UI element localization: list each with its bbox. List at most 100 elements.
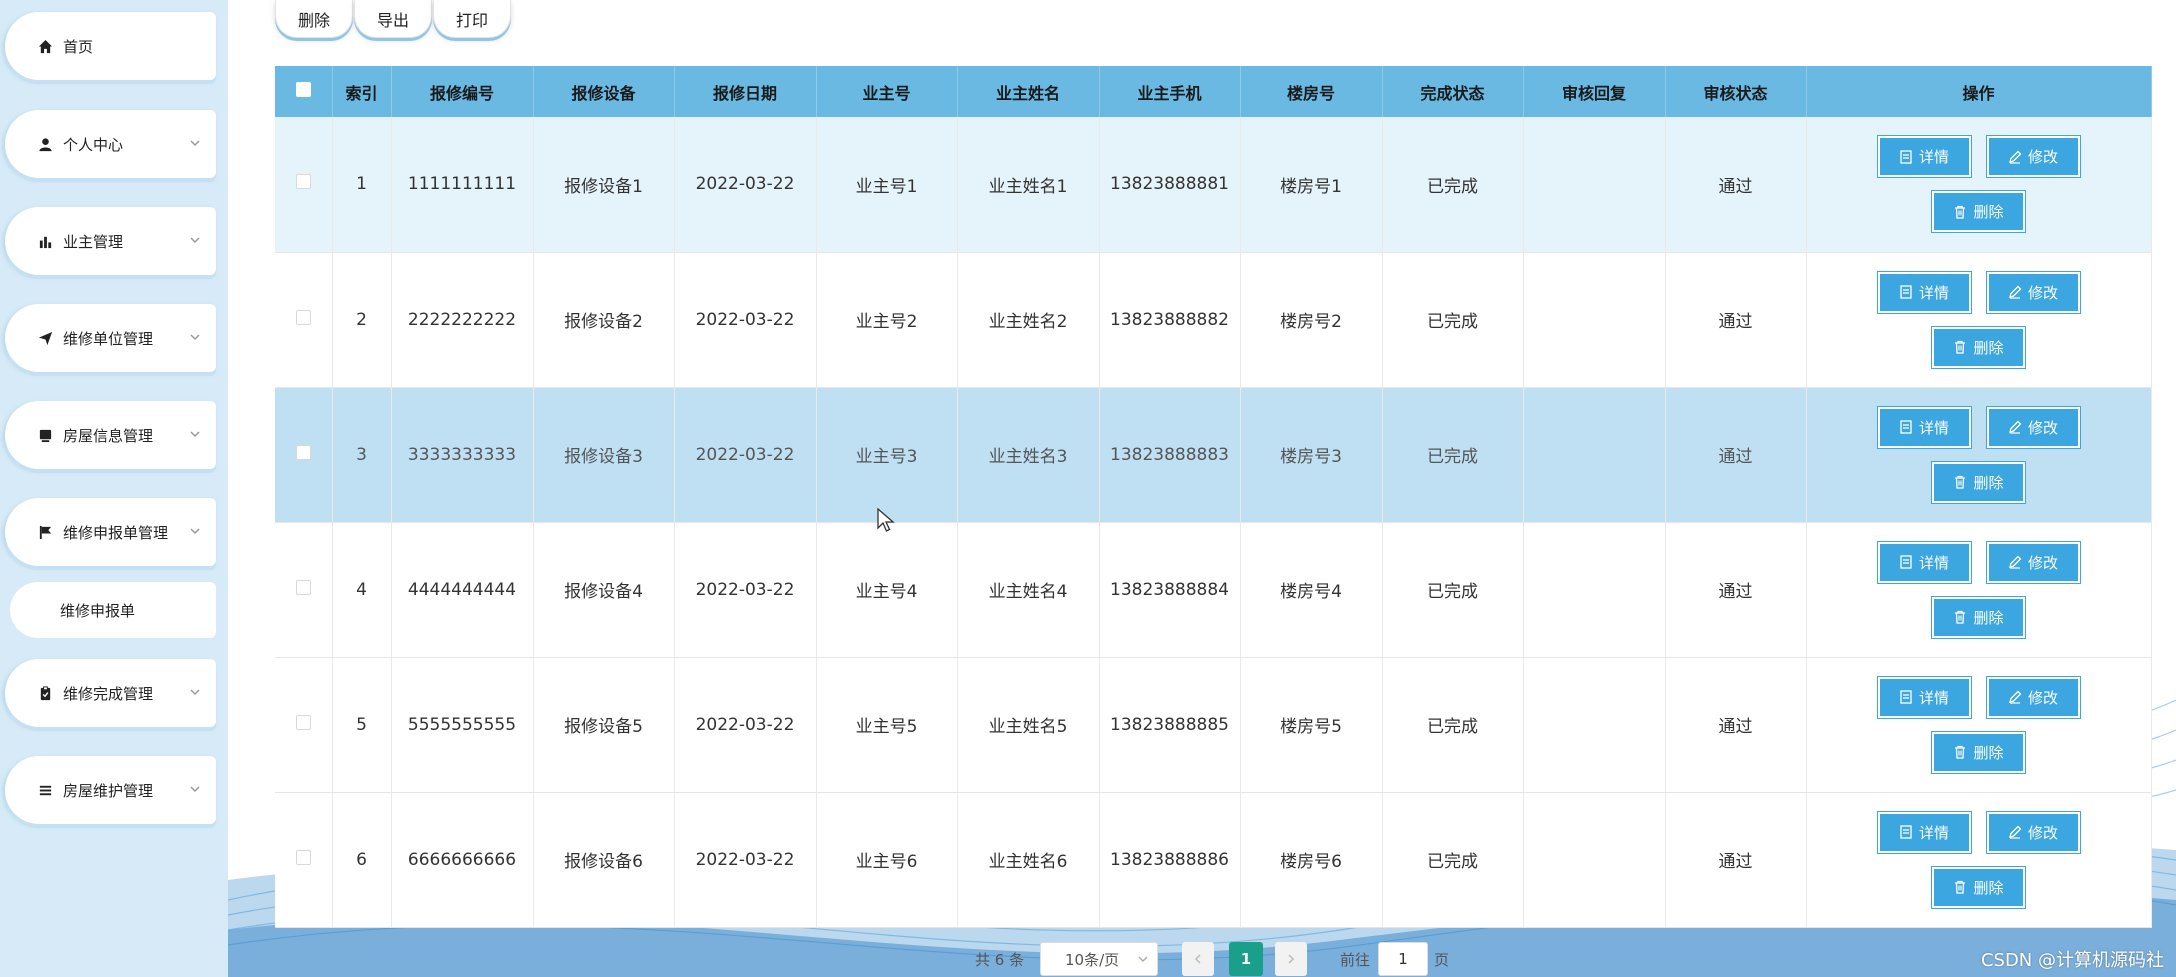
row-delete-button[interactable]: 删除 (1931, 190, 2026, 234)
edit-button[interactable]: 修改 (1985, 675, 2081, 719)
table-row[interactable]: 2 2222222222 报修设备2 2022-03-22 业主号2 业主姓名2 13823… (275, 252, 2152, 388)
sidebar-item-label: 维修申报单管理 (63, 523, 169, 542)
row-select-cell[interactable] (275, 252, 333, 388)
row-select-cell[interactable] (275, 522, 333, 658)
select-all-cell[interactable] (275, 66, 333, 117)
detail-button[interactable]: 详情 (1876, 810, 1972, 854)
delete-button-label: 删除 (1973, 338, 2004, 357)
export-button[interactable]: 导出 (354, 0, 432, 38)
chevron-down-icon (190, 528, 200, 535)
edit-button[interactable]: 修改 (1985, 540, 2081, 584)
actions-cell: 详情 修改删除 (1806, 117, 2152, 253)
owner-number-cell: 业主号3 (816, 387, 958, 523)
table-row[interactable]: 5 5555555555 报修设备5 2022-03-22 业主号5 业主姓名5 13823… (275, 657, 2152, 793)
table-row[interactable]: 3 3333333333 报修设备3 2022-03-22 业主号3 业主姓名3 13823… (275, 387, 2152, 523)
mouse-cursor-icon (877, 508, 895, 532)
building-number-cell: 楼房号5 (1240, 657, 1383, 793)
completion-status-cell: 已完成 (1382, 117, 1524, 253)
detail-button[interactable]: 详情 (1876, 405, 1972, 449)
sidebar-item-house-maintenance-management[interactable]: 房屋维护管理 (5, 756, 216, 824)
detail-button[interactable]: 详情 (1876, 270, 1972, 314)
pencil-icon (2009, 420, 2022, 434)
chevron-left-icon (1194, 954, 1201, 964)
table-header: 索引 报修编号 报修设备 报修日期 业主号 业主姓名 业主手机 楼房号 完成状态… (275, 66, 2152, 117)
row-checkbox[interactable] (295, 309, 311, 325)
goto-page-input[interactable]: 1 (1378, 942, 1428, 976)
detail-button[interactable]: 详情 (1876, 540, 1972, 584)
pencil-icon (2009, 690, 2022, 704)
sidebar-item-label: 个人中心 (63, 135, 124, 154)
sidebar-item-repair-completion-management[interactable]: 维修完成管理 (5, 659, 216, 727)
row-select-cell[interactable] (275, 117, 333, 253)
sidebar-subitem-repair-request[interactable]: 维修申报单 (10, 582, 216, 638)
edit-button-label: 修改 (2027, 148, 2058, 167)
sidebar-item-repair-unit-management[interactable]: 维修单位管理 (5, 304, 216, 372)
building-number-cell: 楼房号2 (1240, 252, 1383, 388)
column-header: 索引 (332, 66, 392, 117)
table-row[interactable]: 1 1111111111 报修设备1 2022-03-22 业主号1 业主姓名1 13823… (275, 117, 2152, 253)
row-checkbox[interactable] (295, 849, 311, 865)
row-delete-button[interactable]: 删除 (1931, 595, 2026, 639)
row-select-cell[interactable] (275, 387, 333, 523)
completion-status-cell: 已完成 (1382, 387, 1524, 523)
repair-date-cell: 2022-03-22 (674, 252, 817, 388)
print-button[interactable]: 打印 (433, 0, 511, 38)
table-row[interactable]: 4 4444444444 报修设备4 2022-03-22 业主号4 业主姓名4 13823… (275, 522, 2152, 658)
repair-device-cell: 报修设备3 (533, 387, 675, 523)
edit-button-label: 修改 (2027, 823, 2058, 842)
sidebar-item-home[interactable]: 首页 (5, 12, 216, 80)
sidebar-item-owner-management[interactable]: 业主管理 (5, 207, 216, 275)
row-delete-button[interactable]: 删除 (1931, 730, 2026, 774)
chevron-down-icon (190, 140, 200, 147)
prev-page-button[interactable] (1182, 942, 1214, 976)
repair-code-cell: 6666666666 (391, 792, 534, 928)
row-checkbox[interactable] (295, 579, 311, 595)
edit-button[interactable]: 修改 (1985, 405, 2081, 449)
home-icon (37, 38, 53, 54)
row-index-cell: 5 (332, 657, 392, 793)
row-delete-button[interactable]: 删除 (1931, 460, 2026, 504)
edit-button[interactable]: 修改 (1985, 270, 2081, 314)
audit-status-cell: 通过 (1665, 792, 1807, 928)
edit-button[interactable]: 修改 (1985, 135, 2081, 179)
edit-button-label: 修改 (2027, 418, 2058, 437)
building-number-cell: 楼房号3 (1240, 387, 1383, 523)
document-icon (1900, 150, 1912, 164)
chevron-down-icon (190, 689, 200, 696)
row-checkbox[interactable] (295, 174, 311, 190)
detail-button-label: 详情 (1918, 688, 1949, 707)
page-number-current[interactable]: 1 (1229, 942, 1263, 976)
row-select-cell[interactable] (275, 657, 333, 793)
trash-icon (1955, 610, 1966, 624)
sidebar-item-personal-center[interactable]: 个人中心 (5, 110, 216, 178)
owner-phone-cell: 13823888884 (1099, 522, 1241, 658)
edit-button-label: 修改 (2027, 553, 2058, 572)
sidebar-item-repair-request-management[interactable]: 维修申报单管理 (5, 498, 216, 566)
page-suffix-label: 页 (1434, 950, 1450, 969)
page-size-value: 10条/页 (1065, 950, 1120, 969)
owner-name-cell: 业主姓名6 (957, 792, 1100, 928)
sidebar-item-house-info-management[interactable]: 房屋信息管理 (5, 401, 216, 469)
repair-date-cell: 2022-03-22 (674, 522, 817, 658)
edit-button[interactable]: 修改 (1985, 810, 2081, 854)
row-select-cell[interactable] (275, 792, 333, 928)
column-header: 完成状态 (1382, 66, 1524, 117)
owner-number-cell: 业主号2 (816, 252, 958, 388)
next-page-button[interactable] (1275, 942, 1307, 976)
table-row[interactable]: 6 6666666666 报修设备6 2022-03-22 业主号6 业主姓名6 13823… (275, 792, 2152, 928)
delete-button[interactable]: 删除 (275, 0, 353, 38)
chevron-down-icon (190, 334, 200, 341)
actions-cell: 详情 修改删除 (1806, 792, 2152, 928)
row-delete-button[interactable]: 删除 (1931, 865, 2026, 909)
row-checkbox[interactable] (295, 444, 311, 460)
page-size-select[interactable]: 10条/页 (1040, 942, 1158, 976)
audit-reply-cell (1523, 387, 1666, 523)
row-checkbox[interactable] (295, 714, 311, 730)
detail-button[interactable]: 详情 (1876, 675, 1972, 719)
select-all-checkbox[interactable] (295, 82, 311, 97)
user-icon (37, 136, 53, 152)
completion-status-cell: 已完成 (1382, 252, 1524, 388)
row-delete-button[interactable]: 删除 (1931, 325, 2026, 369)
audit-status-cell: 通过 (1665, 387, 1807, 523)
detail-button[interactable]: 详情 (1876, 135, 1972, 179)
